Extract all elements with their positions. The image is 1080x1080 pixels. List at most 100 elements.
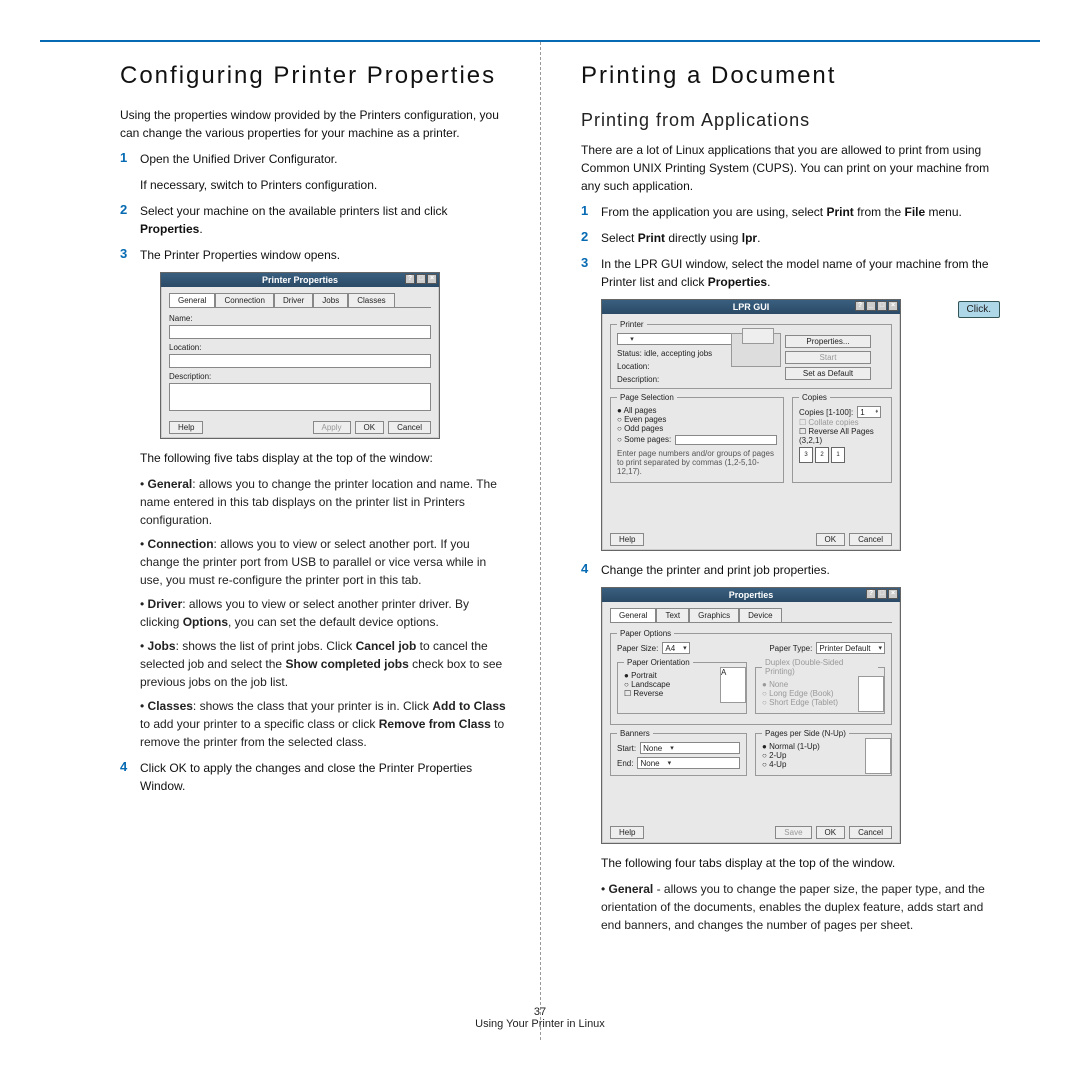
- cancel-button[interactable]: Cancel: [849, 826, 892, 839]
- copies-group: Copies Copies [1-100]: 1 Collate copies …: [792, 393, 892, 483]
- bullet-general-right: General - allows you to change the paper…: [601, 880, 1000, 934]
- paper-type-select[interactable]: Printer Default: [816, 642, 885, 654]
- tab-jobs[interactable]: Jobs: [313, 293, 348, 307]
- label-location: Location:: [169, 343, 431, 352]
- page-number: 37: [40, 1006, 1040, 1018]
- duplex-preview-icon: [858, 676, 884, 712]
- banner-end-select[interactable]: None: [637, 757, 740, 769]
- paper-size-select[interactable]: A4: [662, 642, 689, 654]
- tabs-intro: The following five tabs display at the t…: [140, 449, 510, 467]
- props-tab-descriptions: General - allows you to change the paper…: [601, 880, 1000, 934]
- collate-check[interactable]: Collate copies: [799, 418, 885, 427]
- step-3-text: The Printer Properties window opens.: [140, 246, 510, 264]
- props-tabs[interactable]: General Text Graphics Device: [610, 608, 892, 623]
- field-description[interactable]: [169, 383, 431, 411]
- step-3: 3 The Printer Properties window opens. P…: [120, 246, 510, 751]
- some-pages-field[interactable]: [675, 435, 777, 445]
- intro-configuring: Using the properties window provided by …: [120, 106, 510, 142]
- step-2-text: Select your machine on the available pri…: [140, 202, 510, 238]
- bullet-jobs: Jobs: shows the list of print jobs. Clic…: [140, 637, 510, 691]
- label-description: Description:: [169, 372, 431, 381]
- printer-icon: [731, 333, 781, 367]
- paper-options-group: Paper Options Paper Size: A4 Paper Type:…: [610, 629, 892, 725]
- heading-configuring: Configuring Printer Properties: [120, 62, 510, 90]
- page-selection-group: Page Selection All pages Even pages Odd …: [610, 393, 784, 483]
- tab-device[interactable]: Device: [739, 608, 781, 622]
- cancel-button[interactable]: Cancel: [388, 421, 431, 434]
- duplex-group: Duplex (Double-Sided Printing) None Long…: [755, 658, 885, 714]
- window-buttons[interactable]: ?□×: [866, 589, 898, 599]
- radio-even-pages[interactable]: Even pages: [617, 415, 777, 424]
- orientation-preview-icon: A: [720, 667, 746, 703]
- banner-start-select[interactable]: None: [640, 742, 740, 754]
- props-title: Properties ?□×: [602, 588, 900, 602]
- heading-printing: Printing a Document: [581, 62, 1000, 90]
- help-button[interactable]: Help: [610, 826, 644, 839]
- help-button[interactable]: Help: [169, 421, 203, 434]
- column-printing: Printing a Document Printing from Applic…: [540, 42, 1040, 1040]
- rstep-2: 2 Select Print directly using lpr.: [581, 229, 1000, 247]
- start-button[interactable]: Start: [785, 351, 871, 364]
- ok-button[interactable]: OK: [816, 826, 846, 839]
- step-1b: If necessary, switch to Printers configu…: [140, 176, 510, 194]
- apply-button[interactable]: Apply: [313, 421, 351, 434]
- tab-classes[interactable]: Classes: [348, 293, 394, 307]
- rstep-4-text: Change the printer and print job propert…: [601, 561, 1000, 579]
- dialog-title: Printer Properties ?□×: [161, 273, 439, 287]
- page-footer: 37 Using Your Printer in Linux: [40, 1006, 1040, 1030]
- intro-printing: There are a lot of Linux applications th…: [581, 141, 1000, 195]
- copies-spinner[interactable]: 1: [857, 406, 881, 418]
- reverse-check[interactable]: Reverse All Pages (3,2,1): [799, 427, 885, 445]
- nup-group: Pages per Side (N-Up) Normal (1-Up) 2-Up…: [755, 729, 892, 776]
- steps-configuring: 1 Open the Unified Driver Configurator. …: [120, 150, 510, 795]
- window-buttons[interactable]: ?□×: [405, 274, 437, 284]
- copies-icon: 321: [799, 447, 885, 463]
- step-4: 4 Click OK to apply the changes and clos…: [120, 759, 510, 795]
- column-configuring: Configuring Printer Properties Using the…: [40, 42, 540, 1040]
- properties-button[interactable]: Properties...: [785, 335, 871, 348]
- field-name[interactable]: [169, 325, 431, 339]
- bullet-classes: Classes: shows the class that your print…: [140, 697, 510, 751]
- bullet-driver: Driver: allows you to view or select ano…: [140, 595, 510, 631]
- field-location[interactable]: [169, 354, 431, 368]
- window-buttons[interactable]: ?_□×: [855, 301, 898, 311]
- lpr-gui-dialog: LPR GUI ?_□× Printer Properties... Start: [601, 299, 901, 551]
- step-4-text: Click OK to apply the changes and close …: [140, 759, 510, 795]
- bullet-general: General: allows you to change the printe…: [140, 475, 510, 529]
- page-frame: Configuring Printer Properties Using the…: [40, 40, 1040, 1040]
- orientation-group: Paper Orientation Portrait Landscape Rev…: [617, 658, 747, 714]
- ok-button[interactable]: OK: [816, 533, 846, 546]
- save-button[interactable]: Save: [775, 826, 811, 839]
- bullet-connection: Connection: allows you to view or select…: [140, 535, 510, 589]
- radio-all-pages[interactable]: All pages: [617, 406, 777, 415]
- banners-group: Banners Start:None End:None: [610, 729, 747, 776]
- nup-preview-icon: [865, 738, 891, 774]
- subheading-applications: Printing from Applications: [581, 110, 1000, 131]
- radio-some-pages[interactable]: Some pages:: [617, 435, 671, 444]
- properties-dialog: Properties ?□× General Text Graphics Dev…: [601, 587, 901, 844]
- label-name: Name:: [169, 314, 431, 323]
- printer-properties-dialog: Printer Properties ?□× General Connectio…: [160, 272, 440, 439]
- step-1: 1 Open the Unified Driver Configurator. …: [120, 150, 510, 194]
- lpr-title: LPR GUI ?_□×: [602, 300, 900, 314]
- tab-connection[interactable]: Connection: [215, 293, 273, 307]
- help-button[interactable]: Help: [610, 533, 644, 546]
- four-tabs-line: The following four tabs display at the t…: [601, 854, 1000, 872]
- cancel-button[interactable]: Cancel: [849, 533, 892, 546]
- tab-general[interactable]: General: [169, 293, 215, 307]
- rstep-1: 1 From the application you are using, se…: [581, 203, 1000, 221]
- printer-group: Printer Properties... Start Set as Defau…: [610, 320, 892, 389]
- step-2: 2 Select your machine on the available p…: [120, 202, 510, 238]
- set-default-button[interactable]: Set as Default: [785, 367, 871, 380]
- tab-general[interactable]: General: [610, 608, 656, 622]
- tab-text[interactable]: Text: [656, 608, 689, 622]
- tab-graphics[interactable]: Graphics: [689, 608, 739, 622]
- radio-odd-pages[interactable]: Odd pages: [617, 424, 777, 433]
- steps-printing: 1 From the application you are using, se…: [581, 203, 1000, 934]
- rstep-4: 4 Change the printer and print job prope…: [581, 561, 1000, 934]
- section-title: Using Your Printer in Linux: [40, 1018, 1040, 1030]
- ok-button[interactable]: OK: [355, 421, 385, 434]
- tab-driver[interactable]: Driver: [274, 293, 313, 307]
- tabs[interactable]: General Connection Driver Jobs Classes: [169, 293, 431, 308]
- rstep-3: 3 In the LPR GUI window, select the mode…: [581, 255, 1000, 551]
